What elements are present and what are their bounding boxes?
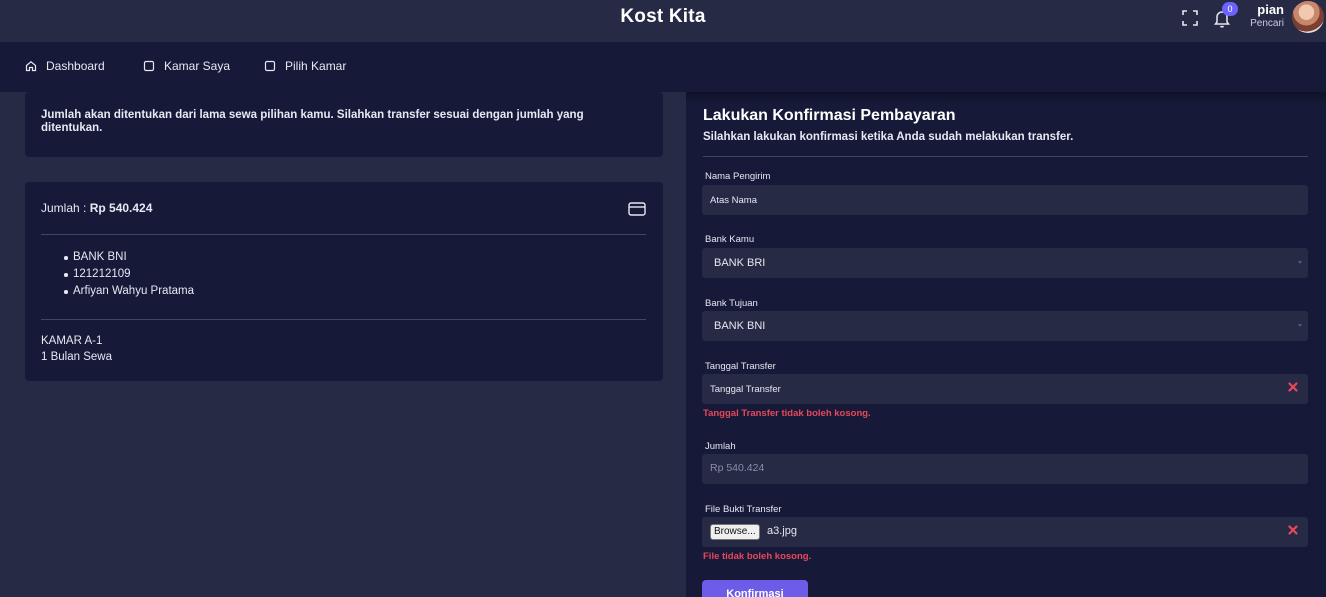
panel-shadow [686, 92, 1326, 104]
payment-amount-label: Jumlah : [41, 201, 90, 215]
confirm-button[interactable]: Konfirmasi [702, 580, 808, 597]
square-icon [143, 60, 155, 72]
sender-name-placeholder: Atas Nama [710, 195, 757, 206]
info-card: Jumlah akan ditentukan dari lama sewa pi… [25, 92, 663, 157]
credit-card-icon [628, 202, 646, 216]
nav-item-pilih-kamar[interactable]: Pilih Kamar [264, 59, 346, 73]
rent-duration: 1 Bulan Sewa [41, 351, 112, 363]
nav-bar: Dashboard Kamar Saya Pilih Kamar [0, 42, 1326, 92]
file-name: a3.jpg [767, 525, 797, 537]
sender-name-input[interactable]: Atas Nama [702, 185, 1308, 215]
top-bar: Kost Kita 0 pian Pencari [0, 0, 1326, 42]
room-name: KAMAR A-1 [41, 335, 103, 347]
bank-from-select[interactable]: BANK BRI [702, 248, 1308, 278]
bank-from-value: BANK BRI [714, 257, 766, 269]
home-icon [25, 61, 37, 72]
chevron-down-icon [1298, 261, 1302, 264]
user-name[interactable]: pian [1257, 2, 1284, 17]
divider [703, 156, 1308, 157]
nav-item-label: Dashboard [46, 59, 105, 73]
transfer-date-error: Tanggal Transfer tidak boleh kosong. [703, 408, 871, 419]
bank-details-list: BANK BNI 121212109 Arfiyan Wahyu Pratama [63, 249, 194, 300]
transfer-date-placeholder: Tanggal Transfer [710, 384, 781, 395]
list-item: BANK BNI [63, 249, 194, 266]
info-text: Jumlah akan ditentukan dari lama sewa pi… [41, 109, 584, 134]
file-error: File tidak boleh kosong. [703, 551, 812, 562]
divider [41, 319, 646, 320]
avatar[interactable] [1292, 1, 1324, 33]
room-info: KAMAR A-1 1 Bulan Sewa [41, 333, 112, 365]
payment-amount: Jumlah : Rp 540.424 [41, 201, 152, 215]
notification-badge: 0 [1222, 2, 1238, 16]
bank-to-select[interactable]: BANK BNI [702, 311, 1308, 341]
list-item: 121212109 [63, 266, 194, 283]
amount-input[interactable]: Rp 540.424 [702, 454, 1308, 484]
user-role: Pencari [1250, 18, 1284, 29]
bank-to-value: BANK BNI [714, 320, 766, 332]
amount-value: Rp 540.424 [710, 462, 765, 474]
nav-item-kamar-saya[interactable]: Kamar Saya [143, 59, 230, 73]
chevron-down-icon [1298, 324, 1302, 327]
list-item: Arfiyan Wahyu Pratama [63, 283, 194, 300]
error-icon [1288, 525, 1298, 535]
form-subtitle: Silahkan lakukan konfirmasi ketika Anda … [703, 131, 1074, 143]
app-title: Kost Kita [620, 6, 706, 27]
square-icon [264, 60, 276, 72]
file-label: File Bukti Transfer [705, 504, 782, 515]
payment-card: Jumlah : Rp 540.424 BANK BNI 121212109 A… [25, 182, 663, 381]
transfer-date-input[interactable]: Tanggal Transfer [702, 374, 1308, 404]
divider [41, 234, 646, 235]
nav-item-label: Kamar Saya [164, 59, 231, 73]
form-title: Lakukan Konfirmasi Pembayaran [703, 107, 956, 124]
file-upload-input[interactable]: Browse... a3.jpg [702, 517, 1308, 547]
nav-item-label: Pilih Kamar [285, 59, 347, 73]
amount-label: Jumlah [705, 441, 736, 452]
fullscreen-icon[interactable] [1181, 9, 1199, 27]
nav-item-dashboard[interactable]: Dashboard [25, 59, 105, 73]
browse-button[interactable]: Browse... [710, 524, 760, 540]
bank-from-label: Bank Kamu [705, 234, 755, 245]
transfer-date-label: Tanggal Transfer [705, 361, 776, 372]
payment-amount-value: Rp 540.424 [89, 201, 153, 215]
bank-to-label: Bank Tujuan [705, 298, 758, 309]
error-icon [1288, 382, 1298, 392]
sender-name-label: Nama Pengirim [705, 171, 771, 182]
